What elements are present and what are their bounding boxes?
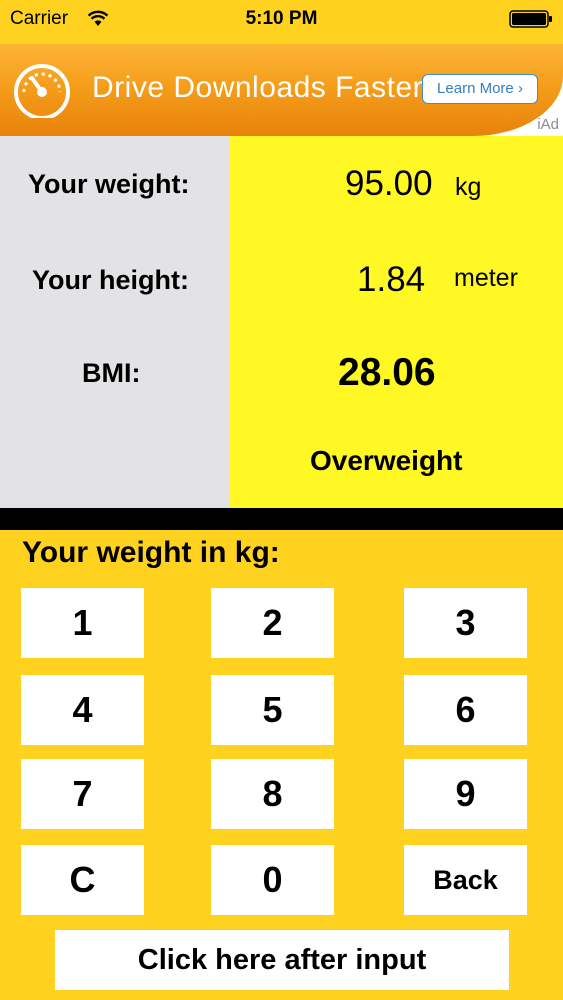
key-8[interactable]: 8 (211, 759, 334, 829)
learn-more-button[interactable]: Learn More › (422, 74, 538, 104)
key-2[interactable]: 2 (211, 588, 334, 658)
divider (0, 508, 563, 530)
status-bar: Carrier 5:10 PM (0, 0, 563, 40)
height-label: Your height: (32, 265, 189, 295)
key-1[interactable]: 1 (21, 588, 144, 658)
key-back[interactable]: Back (404, 845, 527, 915)
keypad-area: Your weight in kg: 1 2 3 4 5 6 7 8 9 C 0… (0, 530, 563, 1000)
chevron-right-icon: › (517, 80, 523, 97)
battery-icon (509, 10, 552, 28)
ad-banner[interactable]: Drive Downloads Faster Learn More › iAd (0, 44, 563, 136)
labels-panel: Your weight: Your height: BMI: (0, 136, 229, 508)
key-5[interactable]: 5 (211, 675, 334, 745)
weight-value: 95.00 (345, 164, 433, 203)
height-value: 1.84 (357, 260, 426, 299)
keypad-title: Your weight in kg: (22, 536, 280, 569)
submit-button[interactable]: Click here after input (55, 930, 509, 990)
key-6[interactable]: 6 (404, 675, 527, 745)
iad-badge: iAd (537, 116, 559, 133)
ad-headline: Drive Downloads Faster (92, 71, 424, 104)
clock: 5:10 PM (245, 8, 318, 29)
key-7[interactable]: 7 (21, 759, 144, 829)
learn-more-label: Learn More (437, 80, 514, 97)
key-9[interactable]: 9 (404, 759, 527, 829)
bmi-category: Overweight (310, 445, 463, 476)
weight-unit: kg (455, 173, 482, 201)
height-unit: meter (454, 264, 518, 292)
weight-label: Your weight: (28, 169, 190, 199)
key-3[interactable]: 3 (404, 588, 527, 658)
values-panel: 95.00 kg 1.84 meter 28.06 Overweight (229, 136, 563, 508)
key-4[interactable]: 4 (21, 675, 144, 745)
key-clear[interactable]: C (21, 845, 144, 915)
bmi-label: BMI: (82, 358, 141, 388)
speedometer-icon (14, 64, 70, 118)
bmi-value: 28.06 (338, 351, 436, 394)
key-0[interactable]: 0 (211, 845, 334, 915)
